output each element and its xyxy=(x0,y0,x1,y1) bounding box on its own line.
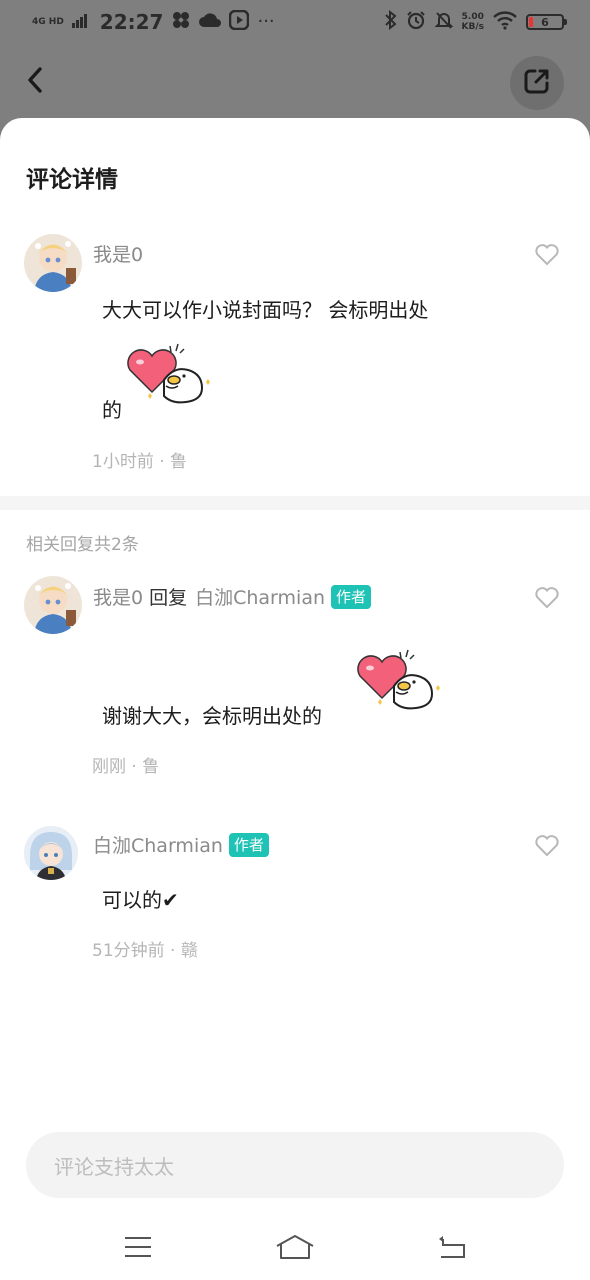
share-button[interactable] xyxy=(510,56,564,110)
return-arrow-icon xyxy=(437,1235,467,1263)
author-badge: 作者 xyxy=(331,584,372,609)
heart-outline-icon xyxy=(534,244,560,270)
reply-word: 回复 xyxy=(149,587,188,609)
play-app-icon xyxy=(229,9,250,34)
heart-outline-icon xyxy=(534,835,560,861)
reply-target-username[interactable]: 白泇Charmian xyxy=(195,583,325,610)
heart-duck-sticker-icon xyxy=(352,646,448,718)
reply-meta: 51分钟前 · 赣 xyxy=(92,941,198,961)
clock: 22:27 xyxy=(99,10,164,34)
pinwheel-icon xyxy=(171,10,191,34)
battery-icon: 6 xyxy=(526,14,567,30)
comment-input[interactable]: 评论支持太太 xyxy=(26,1132,564,1198)
author-badge: 作者 xyxy=(228,832,269,857)
home-icon xyxy=(275,1234,315,1264)
comment-meta: 1小时前 · 鲁 xyxy=(92,452,188,472)
alarm-icon xyxy=(406,10,426,34)
reply-username[interactable]: 我是0 xyxy=(93,583,143,610)
comment-input-placeholder: 评论支持太太 xyxy=(54,1154,174,1179)
back-button[interactable] xyxy=(18,62,52,102)
back-nav-button[interactable] xyxy=(422,1229,482,1269)
bluetooth-icon xyxy=(384,9,398,34)
like-button[interactable] xyxy=(534,833,560,857)
home-nav-button[interactable] xyxy=(265,1229,325,1269)
heart-outline-icon xyxy=(534,587,560,613)
wifi-icon xyxy=(492,10,518,34)
comment-text: 大大可以作小说封面吗？ 会标明出处 xyxy=(102,298,429,322)
menu-lines-icon xyxy=(123,1235,153,1263)
replies-count: 相关回复共2条 xyxy=(26,535,139,555)
reply-header: 白泇Charmian 作者 xyxy=(93,831,269,858)
more-notifications-icon: ··· xyxy=(257,11,275,32)
mute-bell-icon xyxy=(434,10,454,34)
sheet-title: 评论详情 xyxy=(26,167,118,193)
menu-nav-button[interactable] xyxy=(108,1229,168,1269)
status-bar: 4G HD 22:27 ··· 5.00 KB/s 6 xyxy=(0,0,590,44)
comment-text-continued: 的 xyxy=(102,398,122,422)
avatar[interactable] xyxy=(24,826,78,880)
chevron-left-icon xyxy=(26,66,44,98)
share-external-icon xyxy=(522,66,552,100)
like-button[interactable] xyxy=(534,585,560,609)
comment-detail-sheet: 评论详情 我是0 大大可以作小说封面吗？ 会标明出处 的 1小时前 · 鲁 相关… xyxy=(0,118,590,1280)
network-indicator: 4G HD xyxy=(32,17,64,27)
reply-username[interactable]: 白泇Charmian xyxy=(93,831,223,858)
reply-text: 可以的✔ xyxy=(102,888,179,912)
system-nav-bar xyxy=(0,1218,590,1280)
section-divider xyxy=(0,496,590,510)
reply-meta: 刚刚 · 鲁 xyxy=(92,757,160,777)
heart-duck-sticker-icon xyxy=(122,340,218,412)
cloud-icon xyxy=(199,11,222,33)
network-speed: 5.00 KB/s xyxy=(461,12,484,32)
signal-icon xyxy=(71,12,88,32)
avatar[interactable] xyxy=(24,576,82,634)
like-button[interactable] xyxy=(534,242,560,266)
reply-header: 我是0 回复 白泇Charmian 作者 xyxy=(93,583,372,610)
comment-username[interactable]: 我是0 xyxy=(93,240,143,267)
avatar[interactable] xyxy=(24,234,82,292)
reply-text: 谢谢大大，会标明出处的 xyxy=(102,704,322,728)
